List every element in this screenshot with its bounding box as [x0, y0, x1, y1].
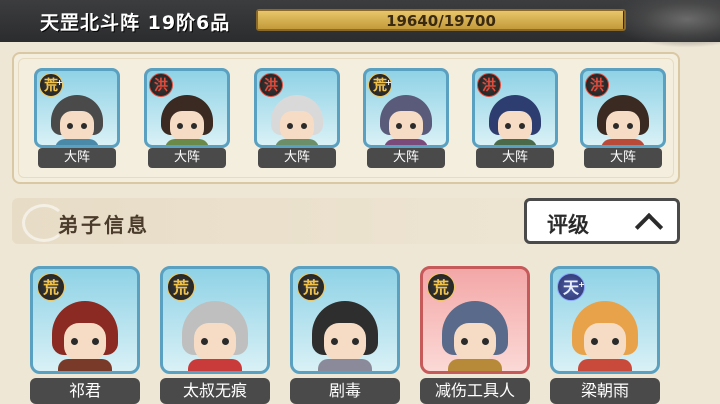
slot-label: 大阵: [148, 148, 226, 168]
sort-label: 评级: [547, 213, 589, 237]
slot-label: 大阵: [476, 148, 554, 168]
disciple-name: 太叔无痕: [160, 378, 270, 404]
formation-slot[interactable]: 洪大阵: [144, 68, 230, 168]
rarity-badge-icon: 天 +: [557, 273, 585, 301]
character-art: [597, 95, 649, 145]
disciple-card[interactable]: 荒减伤工具人: [420, 266, 530, 404]
character-art: [51, 95, 103, 145]
chevron-up-icon: [634, 212, 664, 242]
disciple-portrait: 天 +: [550, 266, 660, 374]
character-art: [572, 301, 638, 371]
formation-slot[interactable]: 荒 + 大阵: [363, 68, 449, 168]
slot-label: 大阵: [38, 148, 116, 168]
formation-portrait: 洪: [472, 68, 558, 148]
formation-portrait: 荒 +: [34, 68, 120, 148]
formation-title: 天罡北斗阵 19阶6品: [40, 12, 231, 34]
formation-portrait: 洪: [254, 68, 340, 148]
disciple-card[interactable]: 天 + 梁朝雨: [550, 266, 660, 404]
formation-portrait: 洪: [580, 68, 666, 148]
section-title: 弟子信息: [58, 213, 150, 237]
top-bar: 天罡北斗阵 19阶6品 19640/19700: [0, 0, 720, 48]
disciple-portrait: 荒: [160, 266, 270, 374]
character-art: [161, 95, 213, 145]
formation-progress-bar: 19640/19700: [256, 9, 626, 31]
disciple-name: 祁君: [30, 378, 140, 404]
slot-label: 大阵: [584, 148, 662, 168]
rarity-badge-icon: 洪: [477, 73, 501, 97]
character-art: [442, 301, 508, 371]
character-art: [380, 95, 432, 145]
formation-panel: 荒 + 大阵洪大阵洪大阵荒 + 大阵洪大阵洪大阵: [12, 52, 680, 184]
formation-portrait: 荒 +: [363, 68, 449, 148]
rarity-badge-icon: 荒 +: [39, 73, 63, 97]
disciple-portrait: 荒: [30, 266, 140, 374]
disciple-card[interactable]: 荒祁君: [30, 266, 140, 404]
character-art: [271, 95, 323, 145]
rarity-badge-icon: 荒: [167, 273, 195, 301]
disciple-name: 剧毒: [290, 378, 400, 404]
rarity-badge-icon: 洪: [149, 73, 173, 97]
formation-slot[interactable]: 荒 + 大阵: [34, 68, 120, 168]
progress-text: 19640/19700: [386, 12, 496, 30]
disciple-portrait: 荒: [420, 266, 530, 374]
sort-by-rating-button[interactable]: 评级: [524, 198, 680, 244]
rarity-badge-icon: 荒 +: [368, 73, 392, 97]
character-art: [182, 301, 248, 371]
rarity-badge-icon: 荒: [37, 273, 65, 301]
ink-wash-decoration: [610, 0, 720, 48]
character-art: [52, 301, 118, 371]
character-art: [489, 95, 541, 145]
slot-label: 大阵: [258, 148, 336, 168]
rarity-badge-icon: 荒: [297, 273, 325, 301]
formation-portrait: 洪: [144, 68, 230, 148]
disciple-card[interactable]: 荒太叔无痕: [160, 266, 270, 404]
disciple-name: 减伤工具人: [420, 378, 530, 404]
disciple-portrait: 荒: [290, 266, 400, 374]
slot-label: 大阵: [367, 148, 445, 168]
disciple-card[interactable]: 荒剧毒: [290, 266, 400, 404]
character-art: [312, 301, 378, 371]
rarity-badge-icon: 荒: [427, 273, 455, 301]
rarity-badge-icon: 洪: [259, 73, 283, 97]
rarity-badge-icon: 洪: [585, 73, 609, 97]
disciple-name: 梁朝雨: [550, 378, 660, 404]
formation-slot[interactable]: 洪大阵: [472, 68, 558, 168]
formation-slot[interactable]: 洪大阵: [580, 68, 666, 168]
formation-slot[interactable]: 洪大阵: [254, 68, 340, 168]
